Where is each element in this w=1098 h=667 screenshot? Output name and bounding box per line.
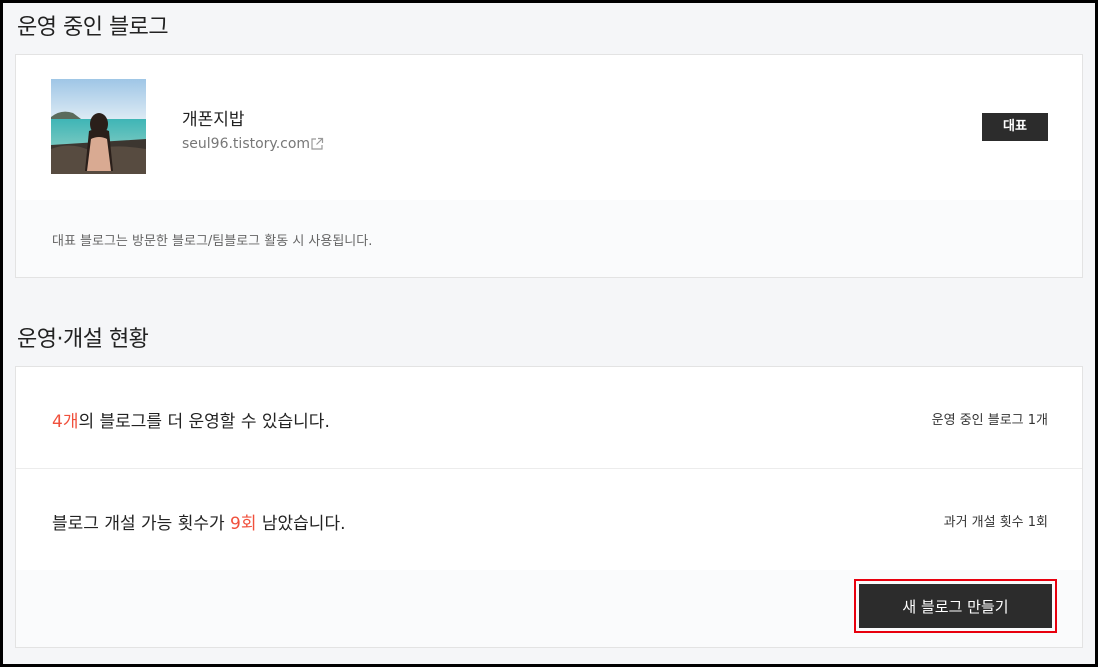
blog-name[interactable]: 개폰지밥 (182, 105, 245, 130)
external-link-icon[interactable] (310, 136, 324, 150)
remaining-creations-prefix: 블로그 개설 가능 횟수가 (52, 514, 231, 534)
blog-row: 개폰지밥 seul96.tistory.com 대표 (16, 55, 1082, 201)
remaining-blogs-text: 4개의 블로그를 더 운영할 수 있습니다. (52, 407, 330, 432)
operating-blogs-title: 운영 중인 블로그 (17, 15, 169, 40)
remaining-creations-count: 9회 (230, 514, 257, 534)
new-blog-highlight-box: 새 블로그 만들기 (854, 579, 1057, 633)
blog-management-page: 운영 중인 블로그 개폰지밥 seul96.tistory.com 대표 대표 … (0, 0, 1098, 667)
blog-card: 개폰지밥 seul96.tistory.com 대표 대표 블로그는 방문한 블… (15, 54, 1083, 278)
status-card: 4개의 블로그를 더 운영할 수 있습니다. 운영 중인 블로그 1개 블로그 … (15, 366, 1083, 648)
past-creations-count: 과거 개설 횟수 1회 (943, 515, 1048, 530)
status-section-title: 운영·개설 현황 (17, 327, 149, 352)
remaining-blogs-label: 의 블로그를 더 운영할 수 있습니다. (78, 412, 330, 432)
blog-thumbnail[interactable] (51, 79, 146, 174)
new-blog-button[interactable]: 새 블로그 만들기 (859, 584, 1052, 628)
representative-blog-note: 대표 블로그는 방문한 블로그/팀블로그 활동 시 사용됩니다. (52, 234, 373, 249)
remaining-blogs-count: 4개 (52, 412, 79, 432)
blog-note-area: 대표 블로그는 방문한 블로그/팀블로그 활동 시 사용됩니다. (16, 200, 1082, 277)
operating-blogs-count: 운영 중인 블로그 1개 (931, 413, 1048, 428)
representative-badge: 대표 (982, 113, 1048, 141)
remaining-creations-row: 블로그 개설 가능 횟수가 9회 남았습니다. 과거 개설 횟수 1회 (16, 469, 1082, 571)
remaining-creations-suffix: 남았습니다. (256, 514, 346, 534)
remaining-creations-text: 블로그 개설 가능 횟수가 9회 남았습니다. (52, 509, 346, 534)
remaining-blogs-row: 4개의 블로그를 더 운영할 수 있습니다. 운영 중인 블로그 1개 (16, 367, 1082, 469)
blog-url-link[interactable]: seul96.tistory.com (182, 136, 310, 152)
action-area: 새 블로그 만들기 (16, 570, 1082, 647)
